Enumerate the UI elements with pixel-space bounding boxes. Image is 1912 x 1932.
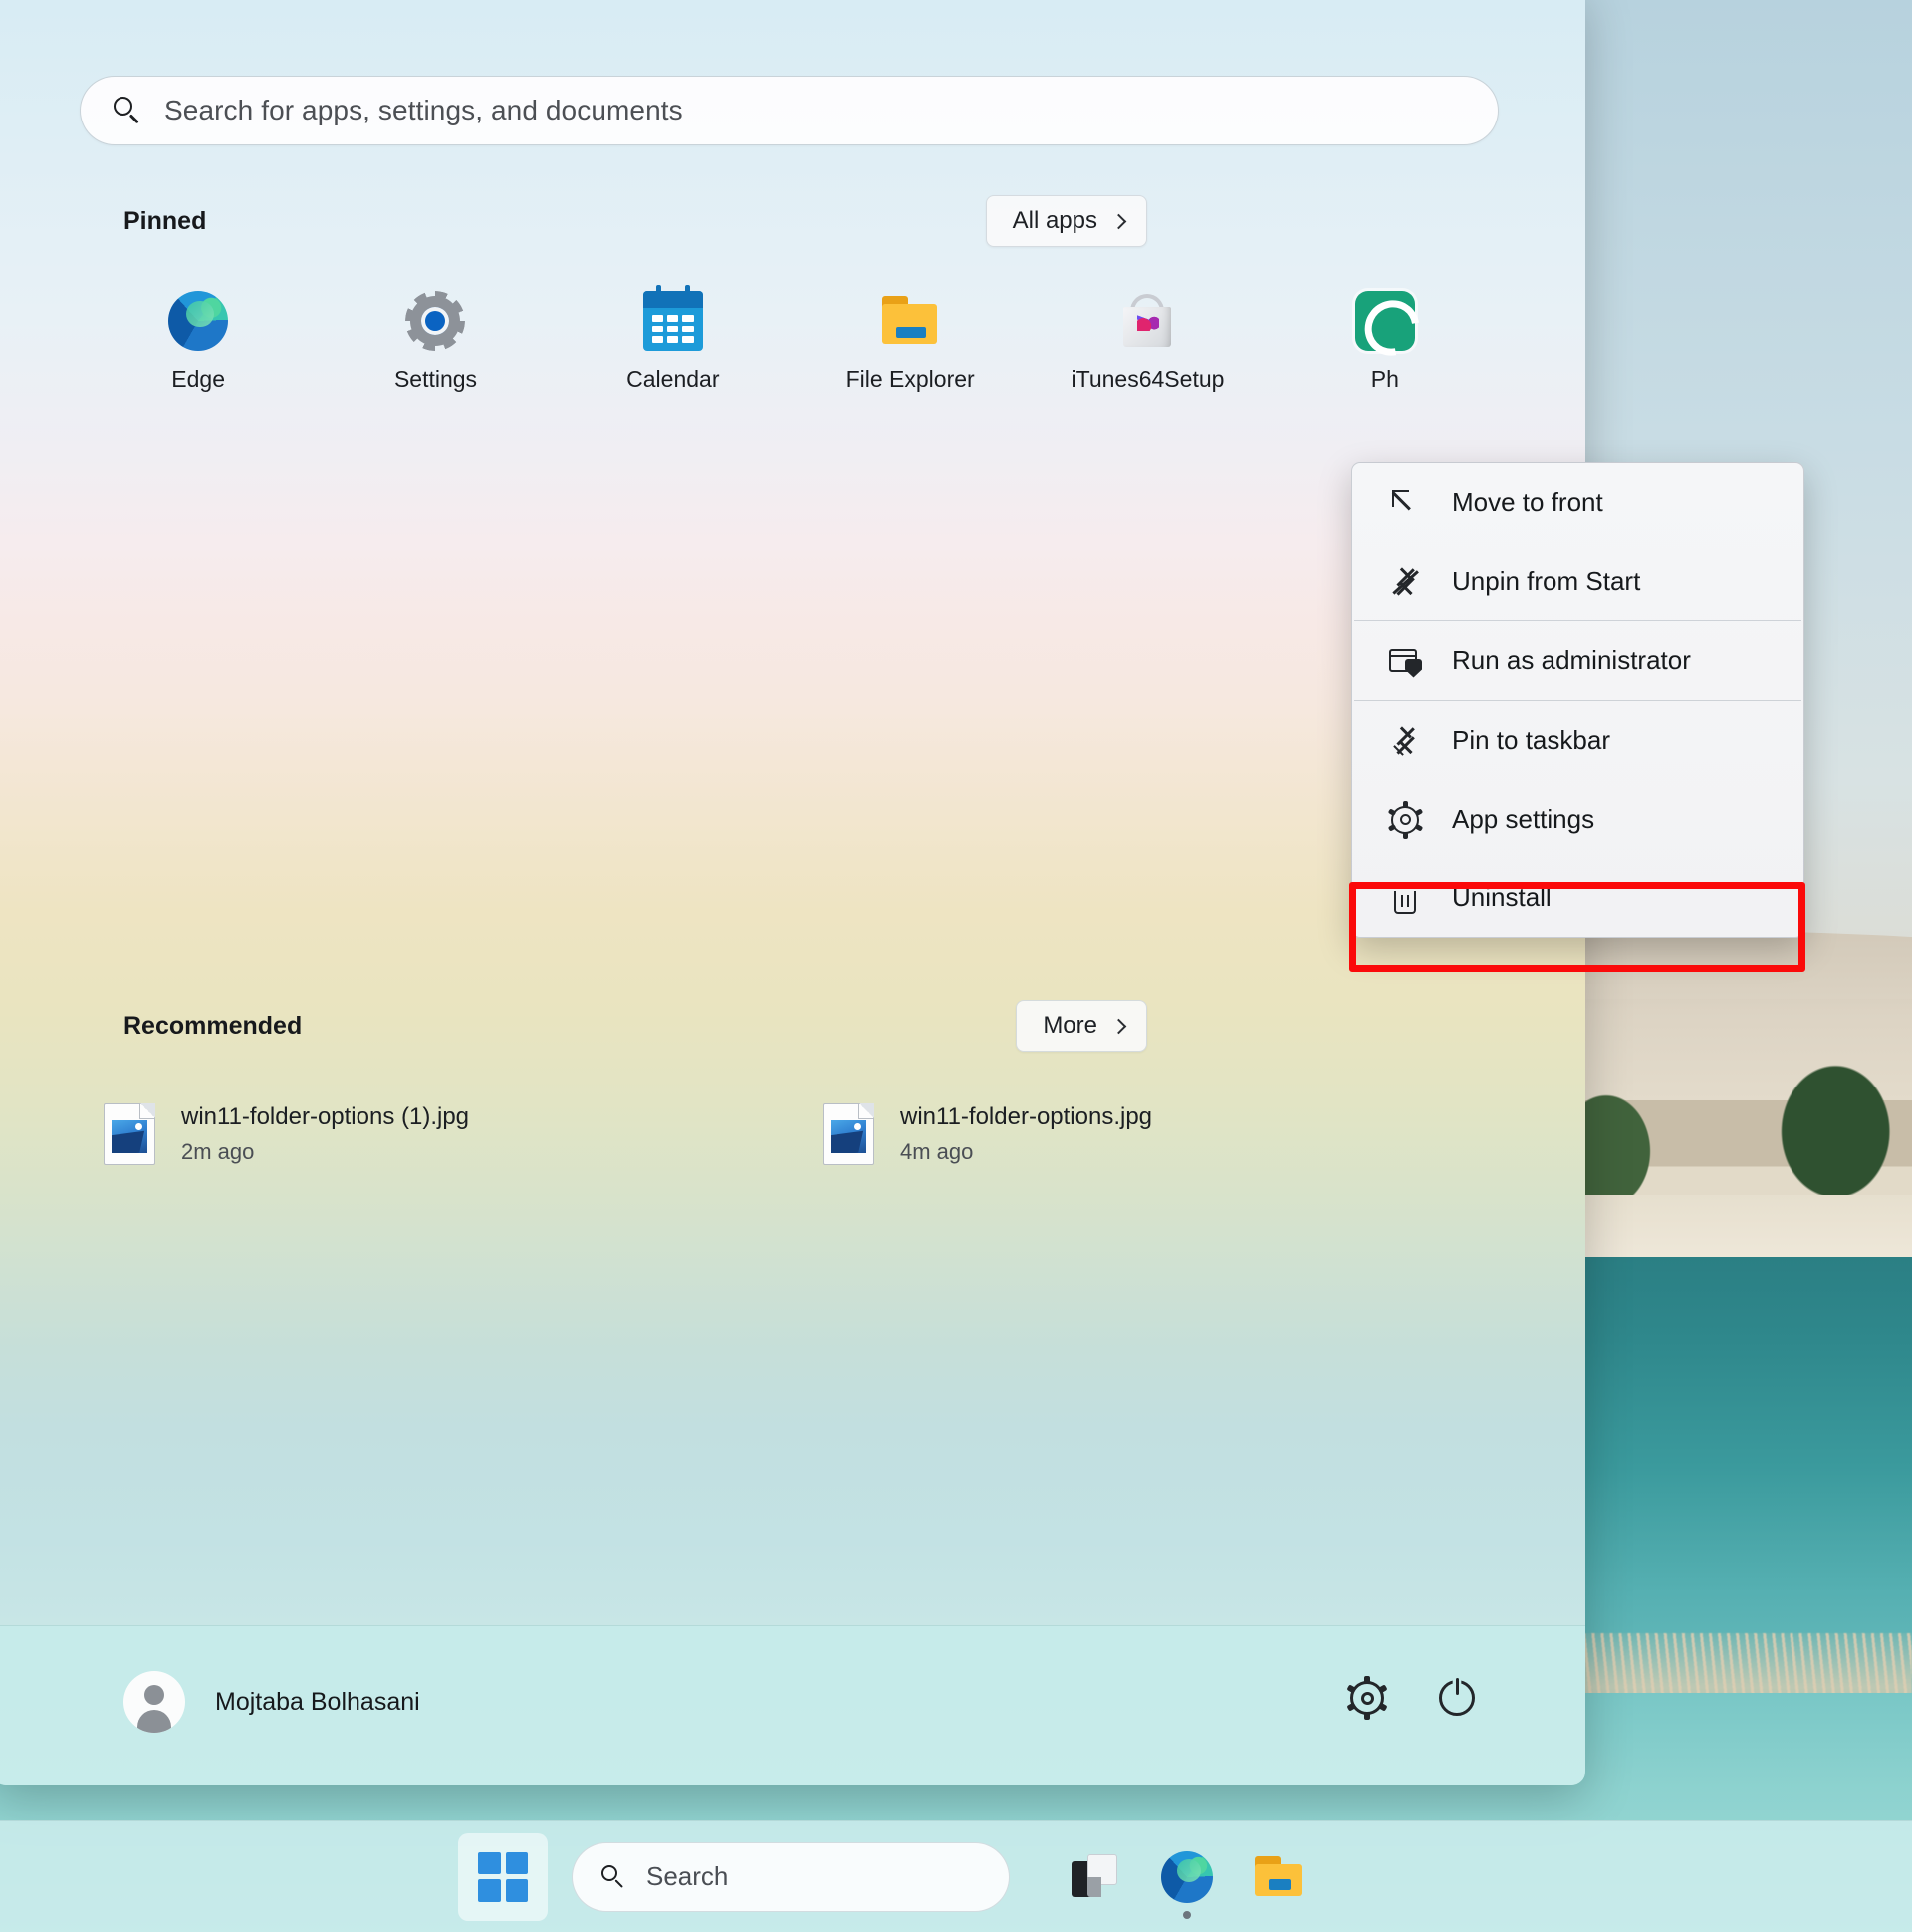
recommended-item-name: win11-folder-options (1).jpg (181, 1103, 470, 1130)
all-apps-button[interactable]: All apps (985, 195, 1147, 247)
user-name: Mojtaba Bolhasani (215, 1687, 420, 1716)
context-menu-item-label: App settings (1452, 804, 1595, 834)
pinned-app-label: iTunes64Setup (1071, 366, 1225, 392)
more-button[interactable]: More (1016, 1000, 1147, 1052)
pinned-apps-grid: Edge Settings Calendar File Explorer iTu… (80, 277, 1504, 403)
search-input[interactable]: Search for apps, settings, and documents (80, 76, 1499, 145)
recommended-item-name: win11-folder-options.jpg (900, 1103, 1153, 1130)
taskbar-task-view-button[interactable] (1050, 1833, 1141, 1921)
pinned-app-label: Ph (1370, 366, 1399, 392)
context-menu-item-unpin-from-start[interactable]: Unpin from Start (1352, 542, 1803, 620)
move-to-front-arrow-icon (1386, 484, 1424, 522)
chevron-right-icon (1110, 1018, 1127, 1034)
taskbar-file-explorer-button[interactable] (1233, 1833, 1324, 1921)
image-file-icon (823, 1103, 874, 1165)
context-menu-item-label: Unpin from Start (1452, 566, 1641, 596)
context-menu-item-label: Pin to taskbar (1452, 725, 1610, 755)
pinned-title: Pinned (123, 206, 207, 235)
taskbar: Search (0, 1820, 1912, 1932)
context-menu-item-label: Uninstall (1452, 882, 1552, 912)
settings-gear-icon (405, 291, 466, 351)
pinned-app-photopea[interactable]: Ph (1267, 277, 1504, 403)
more-label: More (1043, 1012, 1097, 1039)
start-button[interactable] (458, 1832, 548, 1921)
trash-icon (1386, 879, 1424, 917)
pinned-app-calendar[interactable]: Calendar (555, 277, 792, 403)
start-search-row: Search for apps, settings, and documents (80, 76, 1499, 145)
pinned-app-label: File Explorer (845, 366, 975, 392)
taskbar-search-label: Search (646, 1861, 729, 1891)
search-icon (600, 1864, 626, 1890)
photopea-icon (1354, 291, 1415, 351)
context-menu-item-label: Run as administrator (1452, 645, 1691, 675)
recommended-item[interactable]: win11-folder-options.jpg 4m ago (807, 1089, 1502, 1179)
pinned-app-edge[interactable]: Edge (80, 277, 317, 403)
windows-logo-icon (478, 1851, 528, 1902)
chevron-right-icon (1110, 213, 1127, 229)
gear-icon[interactable] (1346, 1676, 1388, 1720)
edge-icon (1161, 1850, 1213, 1903)
context-menu-item-app-settings[interactable]: App settings (1352, 780, 1803, 858)
pinned-section-header: Pinned All apps (123, 195, 1147, 247)
start-menu-footer-actions (1346, 1676, 1478, 1720)
pinned-app-settings[interactable]: Settings (317, 277, 554, 403)
itunes-installer-icon (1117, 291, 1177, 351)
pinned-app-label: Edge (171, 366, 226, 392)
all-apps-label: All apps (1012, 207, 1097, 234)
taskbar-edge-button[interactable] (1141, 1833, 1233, 1921)
recommended-title: Recommended (123, 1011, 303, 1040)
context-menu-item-label: Move to front (1452, 487, 1603, 517)
recommended-item[interactable]: win11-folder-options (1).jpg 2m ago (88, 1089, 783, 1179)
context-menu-item-pin-to-taskbar[interactable]: Pin to taskbar (1352, 701, 1803, 780)
pinned-app-itunes64setup[interactable]: iTunes64Setup (1029, 277, 1266, 403)
image-file-icon (104, 1103, 155, 1165)
recommended-item-time: 2m ago (181, 1139, 255, 1164)
pinned-app-label: Calendar (626, 366, 720, 392)
unpin-icon (1386, 563, 1424, 601)
recommended-item-time: 4m ago (900, 1139, 974, 1164)
search-placeholder: Search for apps, settings, and documents (164, 95, 683, 125)
task-view-icon (1070, 1851, 1121, 1903)
context-menu-item-move-to-front[interactable]: Move to front (1352, 463, 1803, 542)
gear-icon (1386, 800, 1424, 839)
power-icon[interactable] (1436, 1677, 1478, 1719)
pin-icon (1386, 722, 1424, 760)
calendar-icon (642, 285, 703, 351)
taskbar-search-box[interactable]: Search (572, 1841, 1010, 1912)
start-menu-panel: Search for apps, settings, and documents… (0, 0, 1585, 1785)
file-explorer-icon (1253, 1851, 1305, 1903)
context-menu-item-run-as-administrator[interactable]: Run as administrator (1352, 621, 1803, 700)
shield-admin-icon (1386, 642, 1424, 680)
edge-icon (168, 291, 229, 351)
user-account-button[interactable]: Mojtaba Bolhasani (123, 1671, 420, 1733)
user-avatar-icon (123, 1671, 185, 1733)
active-app-indicator (1183, 1910, 1191, 1919)
pinned-app-file-explorer[interactable]: File Explorer (792, 277, 1029, 403)
recommended-list: win11-folder-options (1).jpg 2m ago win1… (88, 1089, 1502, 1179)
context-menu-item-uninstall[interactable]: Uninstall (1352, 858, 1803, 937)
pinned-app-label: Settings (393, 366, 478, 392)
recommended-section-header: Recommended More (123, 1000, 1147, 1052)
folder-icon (880, 291, 940, 351)
search-icon (113, 96, 142, 125)
app-context-menu: Move to front Unpin from Start Run as ad… (1351, 462, 1804, 938)
